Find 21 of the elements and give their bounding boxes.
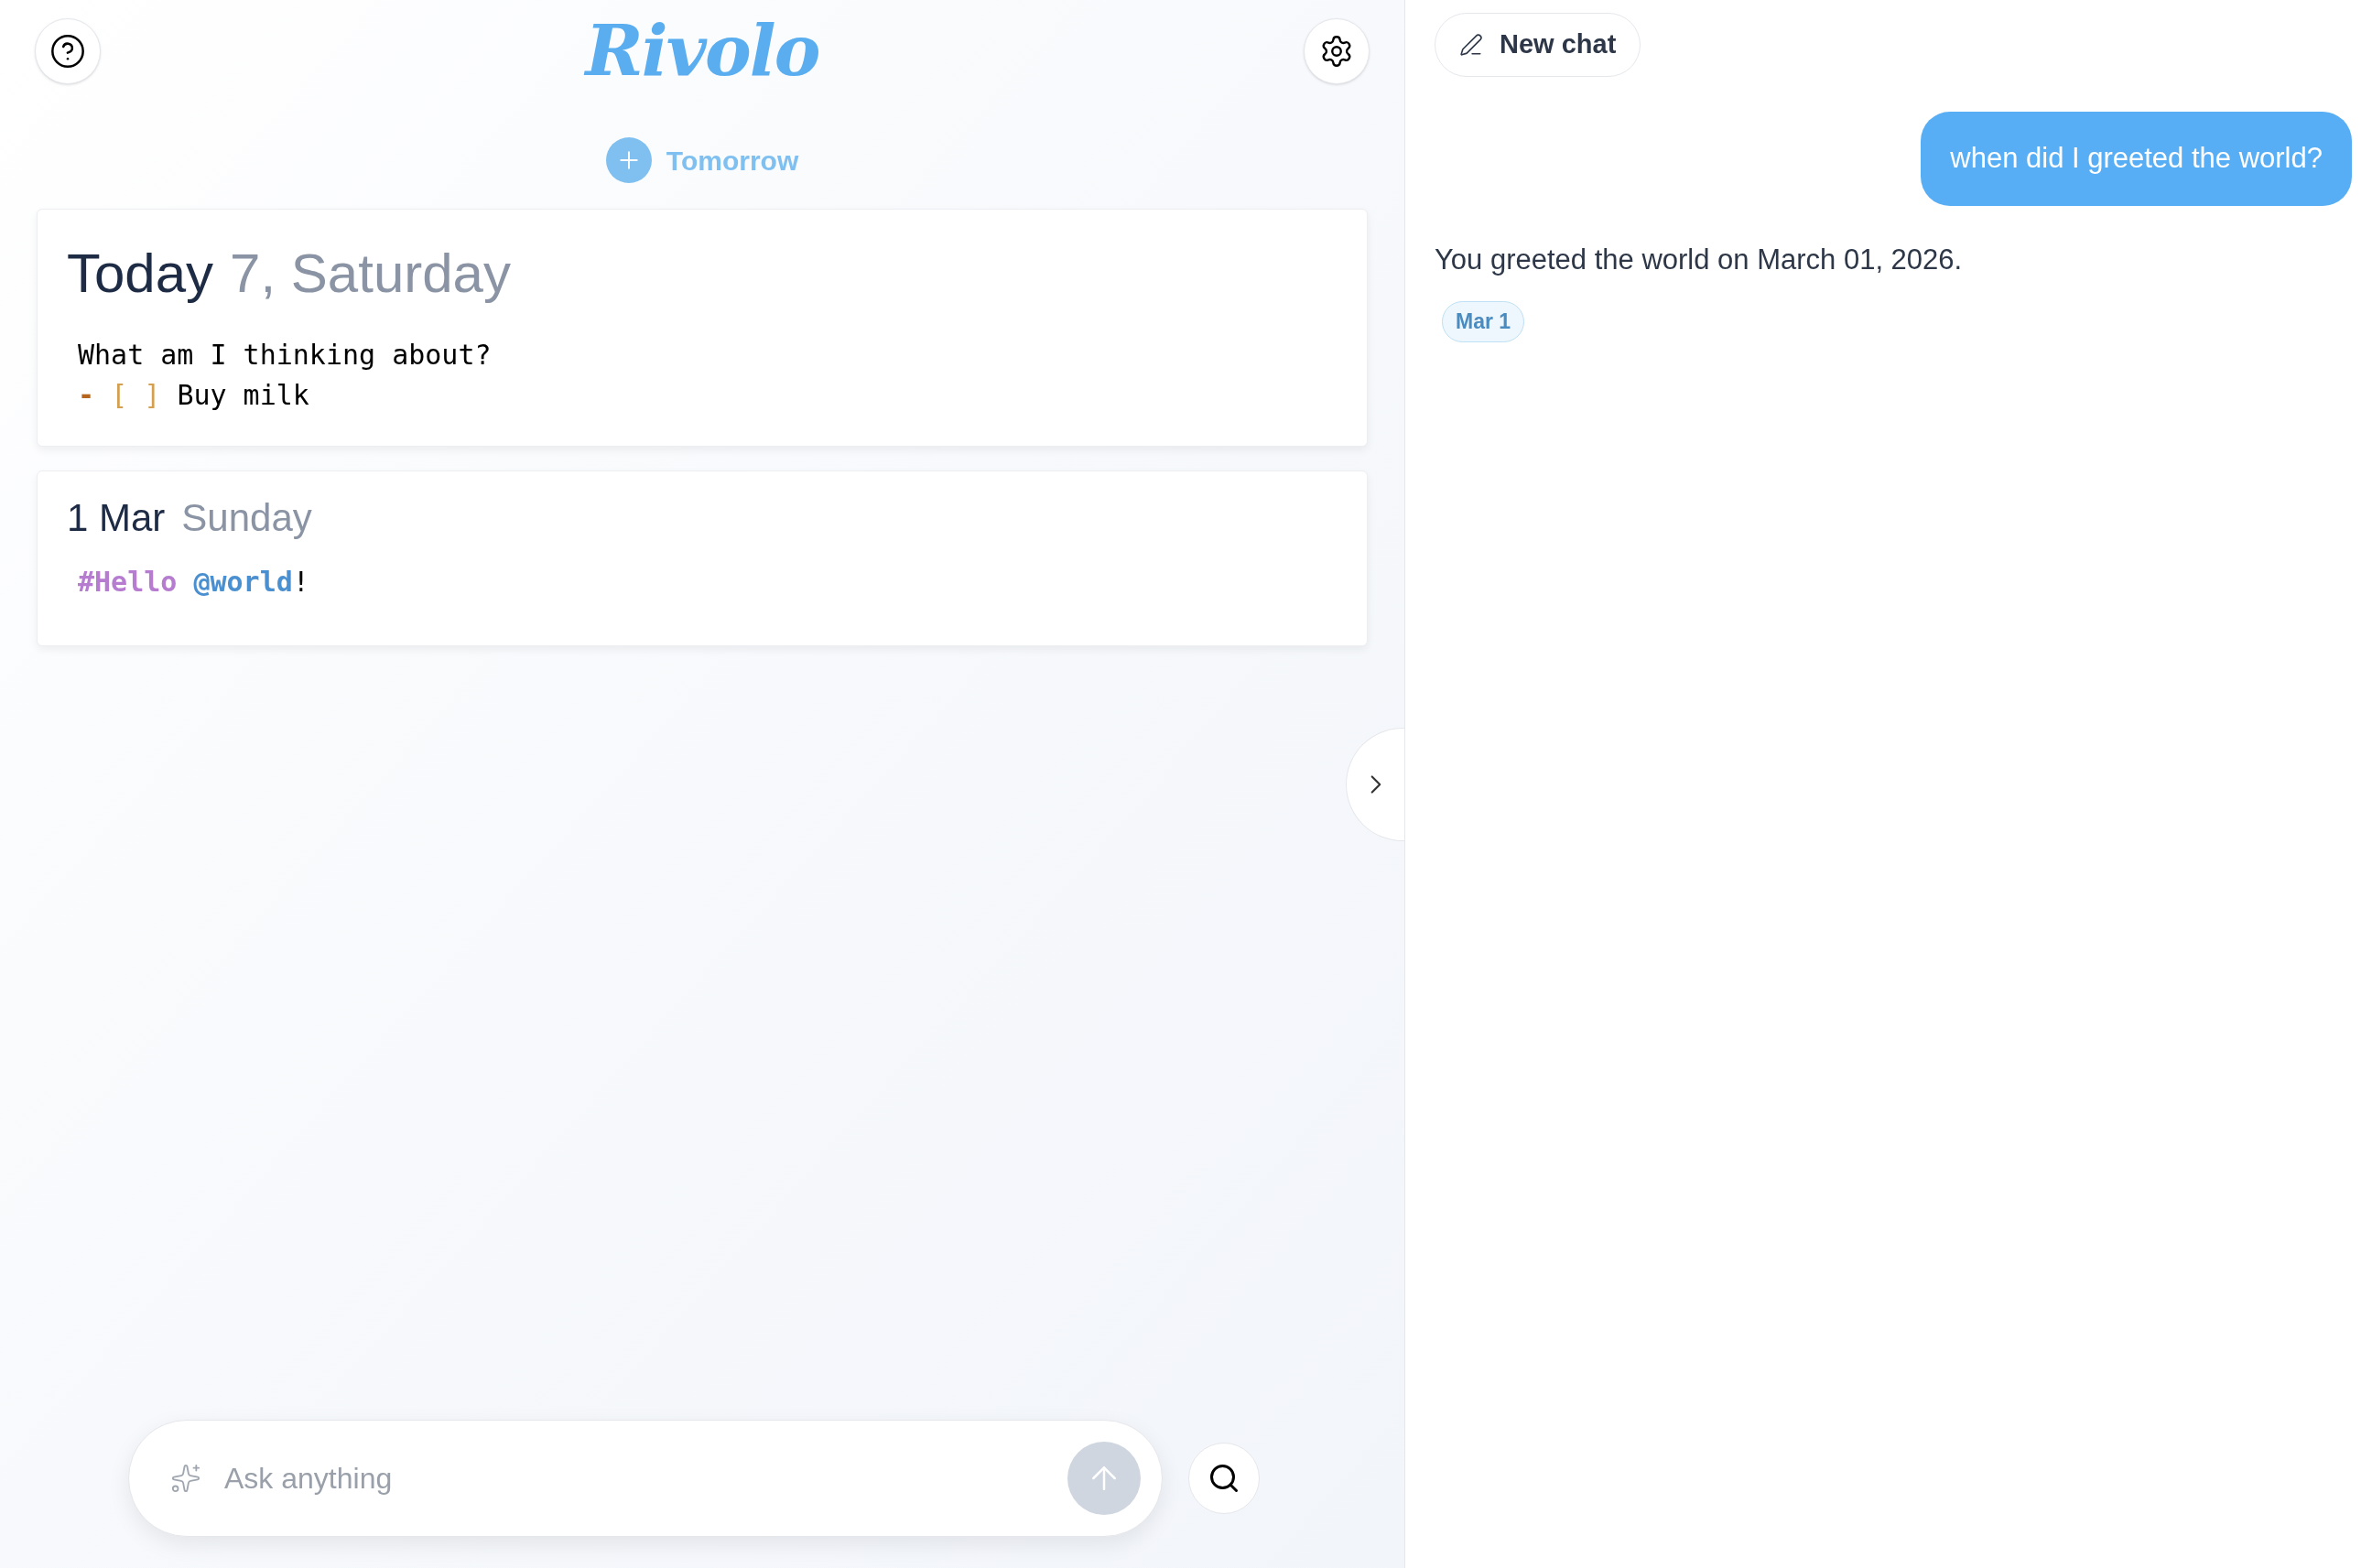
note-line: What am I thinking about? (78, 338, 493, 373)
note-line: - [ ] Buy milk (78, 378, 310, 413)
help-icon (49, 33, 86, 70)
search-icon (1208, 1462, 1240, 1495)
day-title: Today (67, 246, 214, 301)
settings-button[interactable] (1304, 18, 1370, 84)
day-title: 1 Mar (67, 499, 166, 537)
add-day-button[interactable]: Tomorrow (605, 137, 799, 183)
plus-icon (605, 137, 652, 183)
app-logo: Rivolo (585, 16, 819, 86)
user-message: when did I greeted the world? (1921, 112, 2352, 206)
day-subtitle: Sunday (181, 499, 312, 537)
date-reference-chip[interactable]: Mar 1 (1442, 301, 1525, 342)
assistant-message: You greeted the world on March 01, 2026. (1435, 242, 1964, 277)
pencil-icon (1459, 33, 1483, 57)
sparkle-icon (170, 1463, 201, 1494)
new-chat-button[interactable]: New chat (1435, 13, 1641, 77)
help-button[interactable] (35, 18, 101, 84)
ask-field[interactable]: Ask anything (128, 1420, 1163, 1537)
note-line: #Hello @world! (78, 565, 310, 600)
day-subtitle: 7, Saturday (230, 246, 511, 301)
